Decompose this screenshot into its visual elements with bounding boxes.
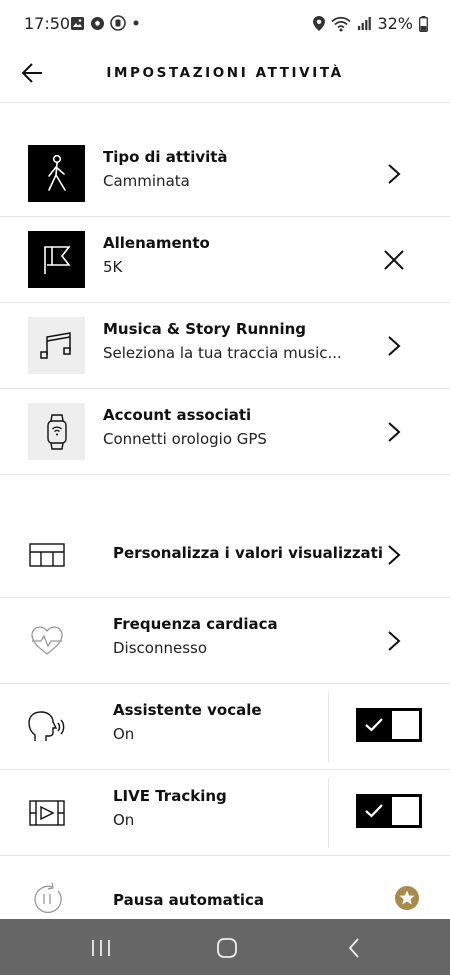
wifi-icon [331,16,352,31]
live-tracking-row: LIVE Tracking On [0,770,450,856]
check-icon [365,804,383,818]
music-icon-box [28,317,85,374]
status-time: 17:50 [24,14,71,33]
customize-values-title: Personalizza i valori visualizzati [113,544,383,562]
heart-rate-title: Frequenza cardiaca [113,615,278,633]
pause-icon [28,880,66,918]
chevron-right-icon[interactable] [380,540,408,570]
workout-value: 5K [103,258,123,276]
voice-assistant-toggle[interactable] [356,708,422,742]
battery-icon [419,15,428,32]
page-title: IMPOSTAZIONI ATTIVITÀ [106,65,344,81]
music-value: Seleziona la tua traccia music... [103,344,342,362]
live-tracking-icon [28,794,66,832]
signal-icon [358,16,372,30]
status-notification-icons [70,15,141,31]
soccer-ball-icon [91,16,104,30]
toggle-off-segment [389,711,419,739]
voice-assistant-value: On [113,725,135,743]
home-icon[interactable] [212,933,242,963]
system-nav-bar [0,919,450,975]
chevron-right-icon[interactable] [380,417,408,447]
live-tracking-value: On [113,811,135,829]
status-bar: 17:50 32% [0,0,450,48]
walking-person-icon [47,154,66,191]
app-icon [110,15,126,31]
linked-accounts-icon-box [28,403,85,460]
activity-type-icon-box [28,145,85,202]
star-badge-icon [393,884,421,912]
divider [328,778,329,848]
music-title: Musica & Story Running [103,320,307,338]
linked-accounts-title: Account associati [103,406,252,424]
back-icon[interactable] [339,933,369,963]
activity-type-row[interactable]: Tipo di attività Camminata [0,131,450,217]
voice-head-icon [28,708,66,746]
recent-apps-icon[interactable] [86,933,116,963]
music-row[interactable]: Musica & Story Running Seleziona la tua … [0,303,450,389]
voice-assistant-title: Assistente vocale [113,701,262,719]
toggle-on-segment [359,797,389,825]
linked-accounts-value: Connetti orologio GPS [103,430,267,448]
music-note-icon [39,331,71,359]
location-icon [313,16,326,31]
grid-layout-icon [28,536,66,574]
toggle-on-segment [359,711,389,739]
chevron-right-icon[interactable] [380,331,408,361]
chevron-right-icon[interactable] [380,626,408,656]
workout-row[interactable]: Allenamento 5K [0,217,450,303]
battery-percent: 32% [377,14,413,33]
auto-pause-title: Pausa automatica [113,891,265,909]
linked-accounts-row[interactable]: Account associati Connetti orologio GPS [0,389,450,475]
image-icon [71,16,84,30]
activity-type-title: Tipo di attività [103,148,228,166]
close-icon[interactable] [380,245,408,275]
workout-title: Allenamento [103,234,210,252]
divider [328,692,329,762]
activity-type-value: Camminata [103,172,190,190]
live-tracking-title: LIVE Tracking [113,787,227,805]
chevron-right-icon[interactable] [380,159,408,189]
customize-values-row[interactable]: Personalizza i valori visualizzati [0,512,450,598]
smartwatch-icon [46,413,67,450]
flag-icon [43,245,71,274]
check-icon [365,718,383,732]
live-tracking-toggle[interactable] [356,794,422,828]
status-system-icons: 32% [313,14,428,33]
heart-rate-value: Disconnesso [113,639,208,657]
heart-rate-icon [28,622,66,660]
toggle-off-segment [389,797,419,825]
app-header: IMPOSTAZIONI ATTIVITÀ [0,48,450,103]
dot-icon [133,20,139,26]
voice-assistant-row: Assistente vocale On [0,684,450,770]
heart-rate-row[interactable]: Frequenza cardiaca Disconnesso [0,598,450,684]
workout-icon-box [28,231,85,288]
